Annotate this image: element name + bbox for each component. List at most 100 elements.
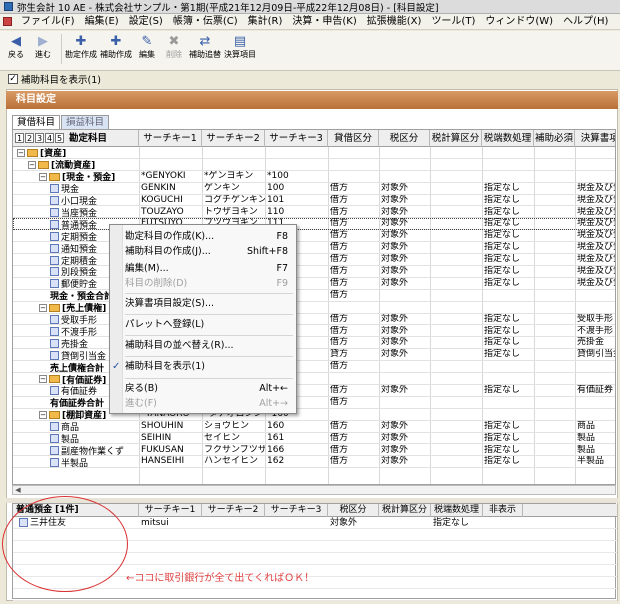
scroll-left-icon[interactable]: ◀ xyxy=(13,486,23,494)
sub-table-row[interactable] xyxy=(13,589,617,601)
horizontal-scrollbar[interactable]: ◀ xyxy=(12,485,616,495)
context-menu-item-4[interactable]: 決算書項目設定(S)... xyxy=(123,297,296,311)
menu-item-3[interactable]: 帳簿・伝票(C) xyxy=(168,14,243,29)
table-row[interactable]: 現金 GENKIN ゲンキン 100 借方 対象外 指定なし 現金及び預金 xyxy=(13,183,615,195)
context-menu-item-0[interactable]: 勘定科目の作成(K)... F8 xyxy=(123,230,296,244)
sub-column-header-3[interactable]: サーチキー3 xyxy=(265,504,328,517)
table-row[interactable]: 普通預金FUTSUYOフツウヨキン111借方対象外指定なし現金及び預金 xyxy=(13,218,615,231)
collapse-toggle-icon[interactable]: − xyxy=(39,410,47,419)
table-row[interactable]: 定期預金112借方対象外指定なし現金及び預金 xyxy=(13,230,615,243)
context-menu-item-9[interactable]: 進む(F) Alt+→ xyxy=(123,397,296,411)
sub-column-header-5[interactable]: 税計算区分 xyxy=(379,504,431,517)
table-row[interactable]: 受取手形 借方 対象外 指定なし 受取手形 xyxy=(13,314,615,326)
column-header-7[interactable]: 税端数処理 xyxy=(482,130,534,147)
column-header-2[interactable]: サーチキー2 xyxy=(202,130,265,147)
account-tree-node[interactable]: 製品 xyxy=(50,433,141,444)
context-menu-item-6[interactable]: 補助科目の並べ替え(R)... xyxy=(123,339,296,353)
table-row[interactable]: − [売上債権] xyxy=(13,302,615,314)
create-sub-account-button[interactable]: ✚ 補助作成 xyxy=(100,34,132,60)
level-2-button[interactable]: 2 xyxy=(25,133,34,143)
table-row[interactable]: 不渡手形 借方 対象外 指定なし 不渡手形 xyxy=(13,326,615,338)
column-header-account[interactable]: 1 2 3 4 5 勘定科目 xyxy=(13,130,139,147)
context-menu-item-2[interactable]: 編集(M)... F7 xyxy=(123,262,296,276)
account-tree-node[interactable]: − [現金・預金] xyxy=(39,171,141,183)
account-tree-node[interactable]: 半製品 xyxy=(50,456,141,468)
menu-item-8[interactable]: ウィンドウ(W) xyxy=(480,14,558,29)
column-header-1[interactable]: サーチキー1 xyxy=(139,130,202,147)
account-tree-node[interactable]: 小口現金 xyxy=(50,195,141,206)
level-1-button[interactable]: 1 xyxy=(15,133,24,143)
tab-balance-accounts[interactable]: 貸借科目 xyxy=(12,115,61,129)
table-row[interactable]: 貸倒引当金 貸方 対象外 指定なし 貸倒引当金 xyxy=(13,349,615,362)
table-row[interactable]: − [現金・預金] *GENYOKI *ゲンヨキン *100 xyxy=(13,171,615,183)
table-row[interactable]: 製品 SEIHIN セイヒン 161 借方 対象外 指定なし 製品 xyxy=(13,433,615,445)
cell-k1: TOUZAYO xyxy=(141,206,184,217)
context-menu-item-8[interactable]: 戻る(B) Alt+← xyxy=(123,382,296,396)
context-menu-item-7[interactable]: ✓ 補助科目を表示(1) xyxy=(112,360,296,374)
table-row[interactable]: 定期積金114借方対象外指定なし現金及び預金 xyxy=(13,254,615,266)
closing-items-button[interactable]: ▤ 決算項目 xyxy=(224,34,256,60)
menu-item-6[interactable]: 拡張機能(X) xyxy=(362,14,427,29)
collapse-toggle-icon[interactable]: − xyxy=(39,375,47,384)
table-row[interactable]: −[棚卸資産]*TANAORO*タナオロシシサ*160 xyxy=(13,409,615,421)
column-header-8[interactable]: 補助必須 xyxy=(534,130,575,147)
table-row[interactable]: 現金・預金合計 借方 xyxy=(13,290,615,302)
column-header-9[interactable]: 決算書項目 xyxy=(575,130,615,147)
menu-item-1[interactable]: 編集(E) xyxy=(80,14,124,29)
collapse-toggle-icon[interactable]: − xyxy=(39,172,47,181)
sub-column-header-2[interactable]: サーチキー2 xyxy=(202,504,265,517)
column-header-5[interactable]: 税区分 xyxy=(379,130,430,147)
account-tree-node[interactable]: − [資産] xyxy=(17,147,141,159)
sub-column-header-6[interactable]: 税端数処理 xyxy=(431,504,483,517)
account-tree-node[interactable]: 副産物作業くず xyxy=(50,445,141,456)
column-header-6[interactable]: 税計算区分 xyxy=(430,130,482,147)
sub-column-header-4[interactable]: 税区分 xyxy=(328,504,379,517)
table-row[interactable]: 別段預金115借方対象外指定なし現金及び預金 xyxy=(13,266,615,278)
account-tree-node[interactable]: 商品 xyxy=(50,421,141,433)
table-row[interactable]: 通知預金113借方対象外指定なし現金及び預金 xyxy=(13,242,615,255)
forward-button[interactable]: ▶ 進む xyxy=(31,34,55,60)
account-tree-node[interactable]: 当座預金 xyxy=(50,207,141,218)
menu-item-7[interactable]: ツール(T) xyxy=(426,14,480,29)
table-row[interactable]: 当座預金 TOUZAYO トウザヨキン 110 借方 対象外 指定なし 現金及び預金 xyxy=(13,206,615,219)
show-sub-accounts-checkbox[interactable]: ✓ xyxy=(8,74,18,84)
create-account-button[interactable]: ✚ 勘定作成 xyxy=(65,34,97,60)
menu-item-5[interactable]: 決算・申告(K) xyxy=(287,14,361,29)
table-row[interactable]: − [流動資産] xyxy=(13,159,615,171)
table-row[interactable]: 副産物作業くず FUKUSAN フクサンブツサ 166 借方 対象外 指定なし 製品 xyxy=(13,445,615,457)
sub-column-header-7[interactable]: 非表示 xyxy=(483,504,523,517)
table-row[interactable]: 有価証券合計 借方 xyxy=(13,397,615,409)
sub-column-header-1[interactable]: サーチキー1 xyxy=(139,504,202,517)
level-3-button[interactable]: 3 xyxy=(35,133,44,143)
back-button[interactable]: ◀ 戻る xyxy=(4,34,28,60)
table-row[interactable]: 有価証券 借方 対象外 指定なし 有価証券 xyxy=(13,385,615,397)
context-menu-item-5[interactable]: パレットへ登録(L) xyxy=(123,318,296,332)
collapse-toggle-icon[interactable]: − xyxy=(39,303,47,312)
column-header-4[interactable]: 貸借区分 xyxy=(328,130,379,147)
menu-item-9[interactable]: ヘルプ(H) xyxy=(558,14,613,29)
menu-item-4[interactable]: 集計(R) xyxy=(243,14,288,29)
add-sub-replace-button[interactable]: ⇄ 補助追替 xyxy=(189,34,221,60)
table-row[interactable]: − [資産] xyxy=(13,147,615,159)
account-tree-node[interactable]: 現金 xyxy=(50,183,141,195)
level-4-button[interactable]: 4 xyxy=(45,133,54,143)
table-row[interactable]: 郵便貯金116借方対象外指定なし現金及び預金 xyxy=(13,278,615,290)
menu-item-0[interactable]: ファイル(F) xyxy=(16,14,80,29)
table-row[interactable]: 小口現金 KOGUCHI コグチゲンキン101 借方 対象外 指定なし 現金及び預金 xyxy=(13,195,615,207)
context-menu-item-3[interactable]: 科目の削除(D) F9 xyxy=(123,277,296,291)
table-row[interactable]: 商品 SHOUHIN ショウヒン 160 借方 対象外 指定なし 商品 xyxy=(13,421,615,433)
level-5-button[interactable]: 5 xyxy=(55,133,64,143)
table-row[interactable]: 半製品 HANSEIHI ハンセイヒン 162 借方 対象外 指定なし 半製品 xyxy=(13,456,615,469)
table-row[interactable]: − [有価証券] xyxy=(13,373,615,385)
menu-item-2[interactable]: 設定(S) xyxy=(124,14,168,29)
tab-pl-accounts[interactable]: 損益科目 xyxy=(61,115,110,129)
table-row[interactable]: 売掛金 借方 対象外 指定なし 売掛金 xyxy=(13,337,615,350)
column-header-3[interactable]: サーチキー3 xyxy=(265,130,328,147)
account-tree-node[interactable]: − [流動資産] xyxy=(28,159,141,171)
table-row[interactable]: 売上債権合計 借方 xyxy=(13,361,615,374)
context-menu-item-1[interactable]: 補助科目の作成(J)... Shift+F8 xyxy=(123,245,296,259)
edit-button[interactable]: ✎ 編集 xyxy=(135,34,159,60)
collapse-toggle-icon[interactable]: − xyxy=(28,160,36,169)
delete-button[interactable]: ✖ 削除 xyxy=(162,34,186,60)
collapse-toggle-icon[interactable]: − xyxy=(17,148,25,157)
